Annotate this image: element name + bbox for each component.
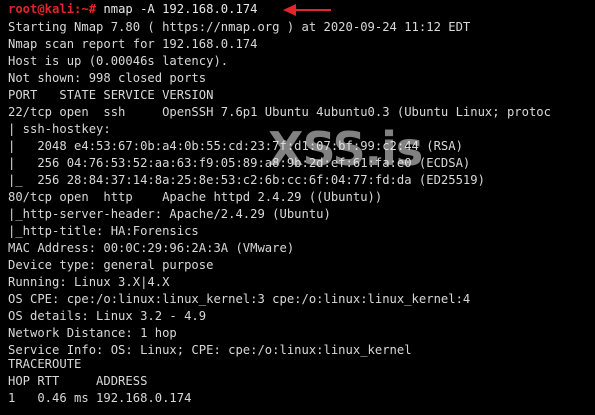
command-line: root@kali:~# nmap -A 192.168.0.174 [8,2,258,16]
output-line: Network Distance: 1 hop [8,326,177,340]
watermark-logo: XSS.is [268,122,423,176]
output-line: |_http-server-header: Apache/2.4.29 (Ubu… [8,207,331,221]
output-line: Starting Nmap 7.80 ( https://nmap.org ) … [8,20,471,34]
output-line: Device type: general purpose [8,258,214,272]
output-line: | ssh-hostkey: [8,122,111,136]
shell-prompt: root@kali:~# [8,2,97,16]
output-line: 22/tcp open ssh OpenSSH 7.6p1 Ubuntu 4ub… [8,105,551,119]
output-line: Nmap scan report for 192.168.0.174 [8,37,258,51]
red-arrow-icon [283,4,331,16]
output-line: Service Info: OS: Linux; CPE: cpe:/o:lin… [8,343,412,357]
output-line: Running: Linux 3.X|4.X [8,275,170,289]
output-line: |_http-title: HA:Forensics [8,224,199,238]
output-line: OS CPE: cpe:/o:linux:linux_kernel:3 cpe:… [8,292,471,306]
command-text: nmap -A 192.168.0.174 [96,2,258,16]
output-line: Host is up (0.00046s latency). [8,54,229,68]
output-line: Not shown: 998 closed ports [8,71,207,85]
output-line: TRACEROUTE [8,357,82,371]
terminal-window[interactable]: root@kali:~# nmap -A 192.168.0.174 Start… [0,0,595,415]
output-line: PORT STATE SERVICE VERSION [8,88,214,102]
output-line: 80/tcp open http Apache httpd 2.4.29 ((U… [8,190,383,204]
output-line: MAC Address: 00:0C:29:96:2A:3A (VMware) [8,241,295,255]
output-line: 1 0.46 ms 192.168.0.174 [8,391,192,405]
output-line: HOP RTT ADDRESS [8,374,148,388]
output-line: OS details: Linux 3.2 - 4.9 [8,309,207,323]
